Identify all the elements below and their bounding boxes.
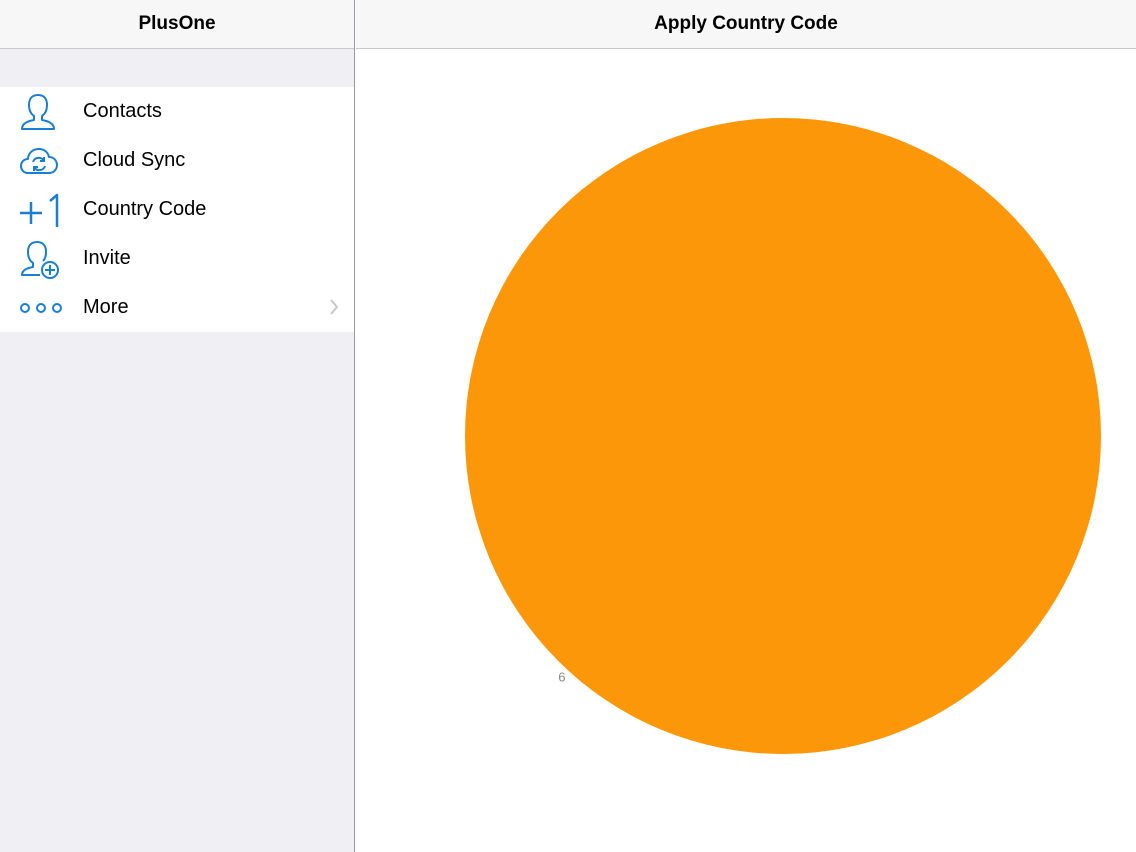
sidebar-title: PlusOne: [138, 13, 216, 34]
sidebar-item-label: Contacts: [83, 100, 162, 122]
sidebar-item-label: Invite: [83, 247, 131, 269]
sidebar-item-cloud-sync[interactable]: Cloud Sync: [0, 136, 354, 185]
sidebar-menu: Contacts Cloud Sync Country Code Invite …: [0, 87, 354, 332]
sidebar-item-invite[interactable]: Invite: [0, 234, 354, 283]
pie-slice-label: 6: [558, 670, 565, 685]
sidebar-nav-bar: PlusOne: [0, 0, 354, 49]
app-window: PlusOne Contacts Cloud Sync Country Code…: [0, 0, 1136, 852]
sidebar-item-label: Cloud Sync: [83, 149, 186, 171]
detail-nav-bar: Apply Country Code: [356, 0, 1136, 49]
sidebar-item-contacts[interactable]: Contacts: [0, 87, 354, 136]
cloud-sync-icon: [16, 140, 66, 182]
pie-slice: [465, 118, 1101, 754]
sidebar-item-more[interactable]: More: [0, 283, 354, 332]
pie-chart-svg: 6: [465, 118, 1101, 754]
sidebar-item-country-code[interactable]: Country Code: [0, 185, 354, 234]
plus-one-icon: [16, 189, 66, 231]
add-contact-icon: [16, 238, 66, 280]
contact-icon: [16, 91, 66, 133]
sidebar-item-label: Country Code: [83, 198, 207, 220]
sidebar-item-label: More: [83, 296, 129, 318]
detail-pane: Apply Country Code 6: [356, 0, 1136, 852]
pie-chart: 6: [356, 49, 1136, 852]
chevron-right-icon: [328, 297, 340, 317]
detail-title: Apply Country Code: [654, 13, 838, 34]
more-dots-icon: [16, 287, 66, 329]
sidebar: PlusOne Contacts Cloud Sync Country Code…: [0, 0, 355, 852]
